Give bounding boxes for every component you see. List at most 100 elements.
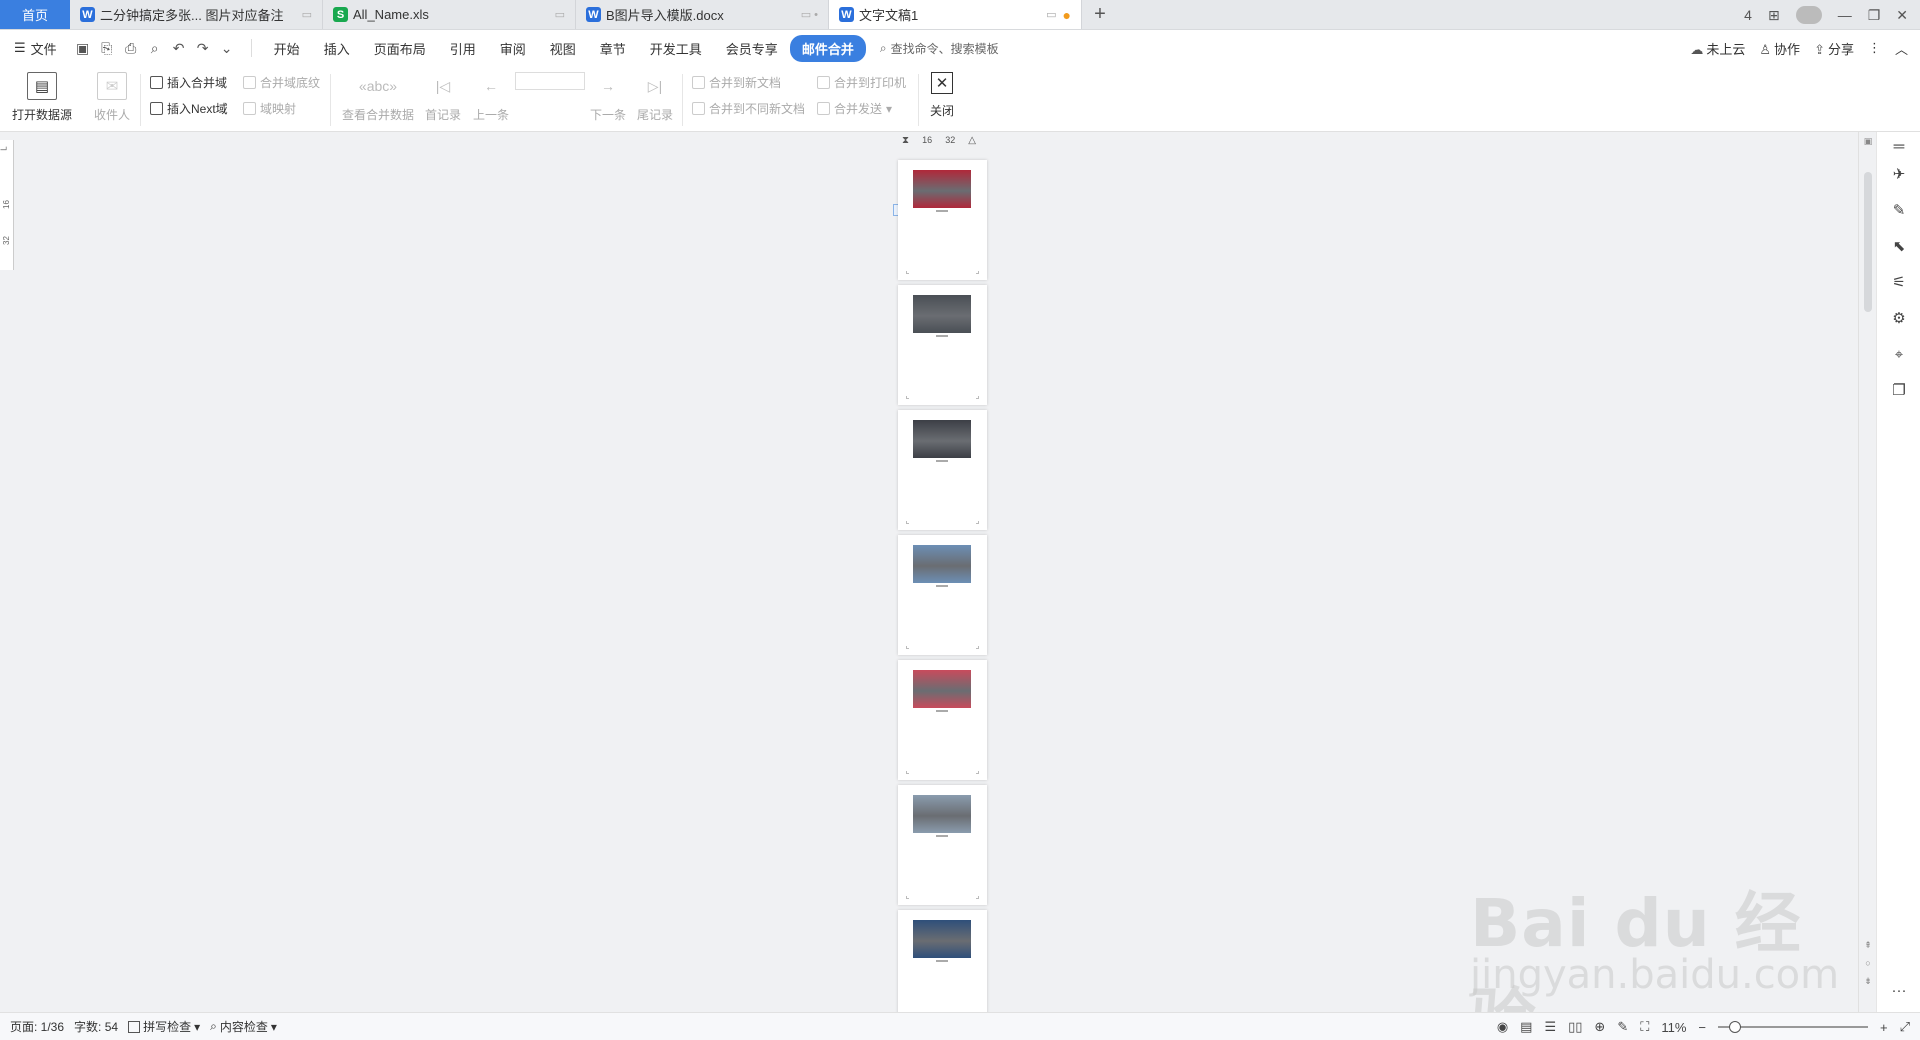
image-settings-icon[interactable]: ⚙ [1889, 308, 1909, 328]
more-options-icon[interactable]: ··· [1889, 980, 1909, 1000]
insert-merge-field-button[interactable]: 插入合并域 [150, 74, 227, 91]
merge-new-doc-button[interactable]: 合并到新文档 [692, 74, 781, 91]
fit-page-icon[interactable]: ⛶ [1640, 1019, 1649, 1035]
location-icon[interactable]: ⌖ [1889, 344, 1909, 364]
menu-references[interactable]: 引用 [438, 39, 488, 58]
avatar[interactable] [1795, 6, 1822, 24]
menu-page-layout[interactable]: 页面布局 [362, 39, 438, 58]
outline-view-icon[interactable]: ☰ [1544, 1019, 1556, 1035]
spell-check-button[interactable]: 拼写检查 ▾ [128, 1018, 200, 1035]
zoom-slider[interactable] [1718, 1021, 1868, 1033]
insert-next-field-button[interactable]: 插入Next域 [150, 100, 228, 117]
restore-icon[interactable]: ❐ [1868, 7, 1881, 24]
eye-icon[interactable]: ◉ [1497, 1019, 1508, 1035]
merge-printer-button[interactable]: 合并到打印机 [817, 74, 906, 91]
collapse-ribbon-icon[interactable]: ︿ [1895, 39, 1908, 58]
merge-field-shading-button[interactable]: 合并域底纹 [243, 74, 320, 91]
undo-icon[interactable]: ↶ [169, 38, 189, 58]
pen-icon[interactable]: ✎ [1889, 200, 1909, 220]
close-window-icon[interactable]: ✕ [1896, 7, 1908, 24]
page-count[interactable]: 页面: 1/36 [10, 1018, 64, 1035]
new-tab-button[interactable]: + [1082, 0, 1118, 29]
tab-document-active[interactable]: W 文字文稿1 ▭ ● [829, 0, 1082, 29]
view-merge-data-button[interactable]: «abc» 查看合并数据 [342, 72, 414, 123]
record-number-input[interactable] [515, 72, 585, 90]
zoom-level[interactable]: 11% [1661, 1020, 1686, 1035]
menu-view[interactable]: 视图 [538, 39, 588, 58]
print-icon[interactable]: ⎙ [121, 38, 141, 58]
book-icon[interactable]: ❐ [1889, 380, 1909, 400]
page-thumbnail[interactable] [898, 660, 987, 780]
more-icon[interactable]: ⋮ [1868, 40, 1881, 56]
page-view-icon[interactable]: ▤ [1520, 1019, 1532, 1035]
sliders-icon[interactable]: ⚟ [1889, 272, 1909, 292]
collab-button[interactable]: ♙ 协作 [1759, 39, 1800, 58]
pen-mode-icon[interactable]: ✎ [1617, 1019, 1628, 1035]
open-data-source-button[interactable]: ▤ 打开数据源 [12, 72, 72, 123]
scroll-up-icon[interactable]: ⇞ [1863, 940, 1873, 951]
tab-document[interactable]: S All_Name.xls ▭ [323, 0, 576, 29]
page-thumbnail[interactable] [898, 410, 987, 530]
zoom-out-icon[interactable]: − [1698, 1020, 1706, 1035]
tab-document[interactable]: W 二分钟搞定多张... 图片对应备注 ▭ [70, 0, 323, 29]
rocket-icon[interactable]: ✈ [1889, 164, 1909, 184]
right-indent-marker-icon[interactable]: △ [968, 135, 976, 146]
monitor-icon[interactable]: ▭ [555, 8, 565, 21]
next-record-button[interactable]: → 下一条 [590, 72, 626, 123]
web-view-icon[interactable]: ⊕ [1594, 1019, 1605, 1035]
scroll-top-icon[interactable]: ▣ [1863, 136, 1873, 147]
preview-icon[interactable]: ⌕ [145, 38, 165, 58]
menu-insert[interactable]: 插入 [312, 39, 362, 58]
menu-section[interactable]: 章节 [588, 39, 638, 58]
chevron-down-icon[interactable]: ⌄ [217, 38, 237, 58]
minimize-icon[interactable]: — [1838, 7, 1852, 23]
workspace-badge[interactable]: 4 [1744, 7, 1752, 23]
panel-toggle-icon[interactable]: ═ [1889, 136, 1909, 156]
field-mapping-button[interactable]: 域映射 [243, 100, 296, 117]
scroll-circle-icon[interactable]: ○ [1863, 958, 1873, 968]
grid-icon[interactable]: ⊞ [1768, 7, 1780, 24]
prev-record-button[interactable]: ← 上一条 [473, 72, 509, 123]
merge-send-button[interactable]: 合并发送 ▾ [817, 100, 892, 117]
menu-mail-merge[interactable]: 邮件合并 [789, 34, 866, 62]
first-record-button[interactable]: |◁ 首记录 [425, 72, 461, 123]
page-thumbnail[interactable] [898, 160, 987, 280]
page-thumbnail[interactable] [898, 785, 987, 905]
close-mail-merge-button[interactable]: ✕ 关闭 [930, 72, 954, 119]
save-icon[interactable]: ▣ [73, 38, 93, 58]
zoom-in-icon[interactable]: + [1880, 1020, 1888, 1035]
menu-developer[interactable]: 开发工具 [638, 39, 714, 58]
word-count[interactable]: 字数: 54 [74, 1018, 118, 1035]
merge-diff-doc-button[interactable]: 合并到不同新文档 [692, 100, 805, 117]
menu-bar-right: ☁ 未上云 ♙ 协作 ⇪ 分享 ⋮ ︿ [1690, 30, 1908, 66]
vertical-scrollbar[interactable]: ▣ ⇞ ○ ⇟ [1858, 132, 1876, 1012]
recipients-button[interactable]: ✉ 收件人 [94, 72, 130, 123]
menu-home[interactable]: 开始 [262, 39, 312, 58]
tab-home[interactable]: 首页 [0, 0, 70, 29]
insert-next-field-label: 插入Next域 [167, 102, 228, 116]
redo-icon[interactable]: ↷ [193, 38, 213, 58]
menu-member[interactable]: 会员专享 [714, 39, 790, 58]
monitor-icon[interactable]: ▭ [1046, 8, 1056, 21]
menu-review[interactable]: 审阅 [488, 39, 538, 58]
indent-marker-icon[interactable]: ⧗ [902, 135, 909, 146]
scroll-down-icon[interactable]: ⇟ [1863, 976, 1873, 987]
last-record-button[interactable]: ▷| 尾记录 [637, 72, 673, 123]
command-search[interactable]: ⌕ 查找命令、搜索模板 [880, 40, 999, 57]
monitor-icon[interactable]: ▭ [302, 8, 312, 21]
export-icon[interactable]: ⎘ [97, 38, 117, 58]
hamburger-icon: ☰ [14, 40, 26, 55]
share-button[interactable]: ⇪ 分享 [1814, 39, 1854, 58]
fullscreen-icon[interactable]: ⤢ [1900, 1019, 1910, 1035]
scrollbar-thumb[interactable] [1864, 172, 1872, 312]
reading-view-icon[interactable]: ▯▯ [1568, 1019, 1582, 1035]
file-menu[interactable]: ☰ 文件 [14, 39, 57, 58]
tab-document[interactable]: W B图片导入模版.docx ▭ • [576, 0, 829, 29]
cursor-icon[interactable]: ⬉ [1889, 236, 1909, 256]
cloud-button[interactable]: ☁ 未上云 [1690, 39, 1745, 58]
monitor-icon[interactable]: ▭ • [801, 8, 818, 21]
page-thumbnail[interactable] [898, 535, 987, 655]
zoom-slider-knob[interactable] [1728, 1021, 1741, 1033]
page-thumbnail[interactable] [898, 285, 987, 405]
content-check-button[interactable]: ⌕ 内容检查 ▾ [210, 1018, 277, 1035]
